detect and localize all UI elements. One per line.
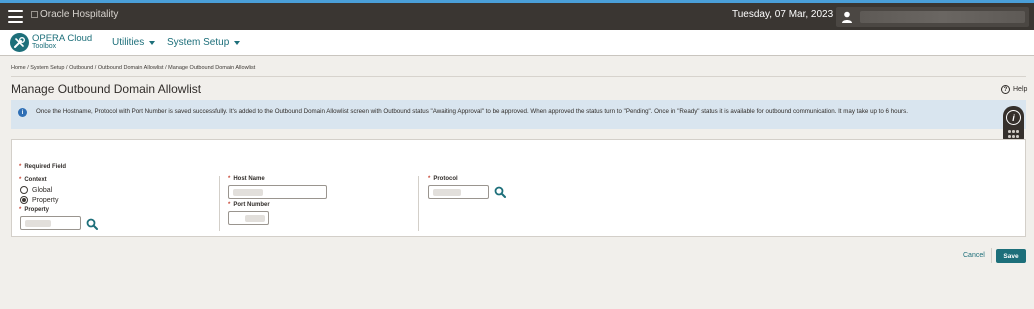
column-divider <box>418 176 419 231</box>
brand-subtitle: Toolbox <box>32 43 57 50</box>
menu-system-setup[interactable]: System Setup <box>167 37 241 48</box>
column-divider <box>219 176 220 231</box>
help-link[interactable]: ? Help <box>1001 85 1027 94</box>
host-name-label-text: Host Name <box>233 176 265 182</box>
info-banner: i Once the Hostname, Protocol with Port … <box>11 100 1026 129</box>
required-marker: * <box>228 176 231 182</box>
info-banner-text: Once the Hostname, Protocol with Port Nu… <box>36 108 908 115</box>
business-date: Tuesday, 07 Mar, 2023 <box>732 9 834 20</box>
property-label: * Property <box>19 207 49 213</box>
port-number-input[interactable] <box>228 211 269 225</box>
user-profile-button[interactable] <box>836 7 1029 27</box>
host-name-value-redacted <box>233 189 263 196</box>
cancel-button[interactable]: Cancel <box>963 252 985 259</box>
required-field-label: Required Field <box>24 164 67 170</box>
menu-utilities[interactable]: Utilities <box>112 37 156 48</box>
property-label-text: Property <box>24 207 50 213</box>
info-icon: i <box>18 108 27 117</box>
port-number-label-text: Port Number <box>233 202 270 208</box>
form-panel <box>11 139 1026 237</box>
port-number-label: * Port Number <box>228 202 270 208</box>
app-navbar: OPERA Cloud Toolbox Utilities System Set… <box>0 30 1034 56</box>
info-icon[interactable]: i <box>1006 110 1021 125</box>
page-title: Manage Outbound Domain Allowlist <box>11 82 202 96</box>
required-field-note: * Required Field <box>19 164 66 170</box>
required-marker: * <box>19 164 22 170</box>
radio-property-label: Property <box>32 196 59 204</box>
oracle-hospitality-logo: Oracle Hospitality <box>31 9 118 20</box>
save-button[interactable]: Save <box>996 249 1026 263</box>
protocol-input[interactable] <box>428 185 489 199</box>
radio-global-label: Global <box>32 186 53 194</box>
broken-image-icon <box>31 11 38 18</box>
context-radio-property[interactable]: Property <box>20 196 58 204</box>
port-number-value-redacted <box>245 215 265 222</box>
menu-system-setup-label: System Setup <box>167 37 230 48</box>
radio-property[interactable] <box>20 196 28 204</box>
help-label: Help <box>1013 86 1028 93</box>
context-radio-global[interactable]: Global <box>20 186 52 194</box>
help-icon: ? <box>1001 85 1010 94</box>
protocol-search-icon[interactable] <box>494 186 506 198</box>
hamburger-menu-icon[interactable] <box>8 10 23 23</box>
required-marker: * <box>228 202 231 208</box>
property-input[interactable] <box>20 216 81 230</box>
protocol-label: * Protocol <box>428 176 458 182</box>
chevron-down-icon <box>149 40 156 45</box>
protocol-label-text: Protocol <box>433 176 458 182</box>
user-name-redacted <box>860 11 1025 23</box>
logo-alt-text: Oracle Hospitality <box>40 9 119 20</box>
context-label: * Context <box>19 177 47 183</box>
toolbox-icon[interactable] <box>10 33 29 52</box>
host-name-label: * Host Name <box>228 176 265 182</box>
context-label-text: Context <box>24 177 47 183</box>
host-name-input[interactable] <box>228 185 327 199</box>
protocol-value-redacted <box>433 189 461 196</box>
breadcrumb[interactable]: Home / System Setup / Outbound / Outboun… <box>11 65 255 71</box>
wrench-screwdriver-icon <box>14 37 25 48</box>
required-marker: * <box>19 207 22 213</box>
required-marker: * <box>19 177 22 183</box>
menu-utilities-label: Utilities <box>112 37 145 48</box>
required-marker: * <box>428 176 431 182</box>
user-icon <box>842 11 852 23</box>
property-value-redacted <box>25 220 51 227</box>
divider <box>991 248 992 263</box>
top-bar: Oracle Hospitality Tuesday, 07 Mar, 2023 <box>0 3 1034 30</box>
radio-global[interactable] <box>20 186 28 194</box>
property-search-icon[interactable] <box>86 218 98 230</box>
chevron-down-icon <box>234 40 241 45</box>
divider <box>11 76 1026 77</box>
